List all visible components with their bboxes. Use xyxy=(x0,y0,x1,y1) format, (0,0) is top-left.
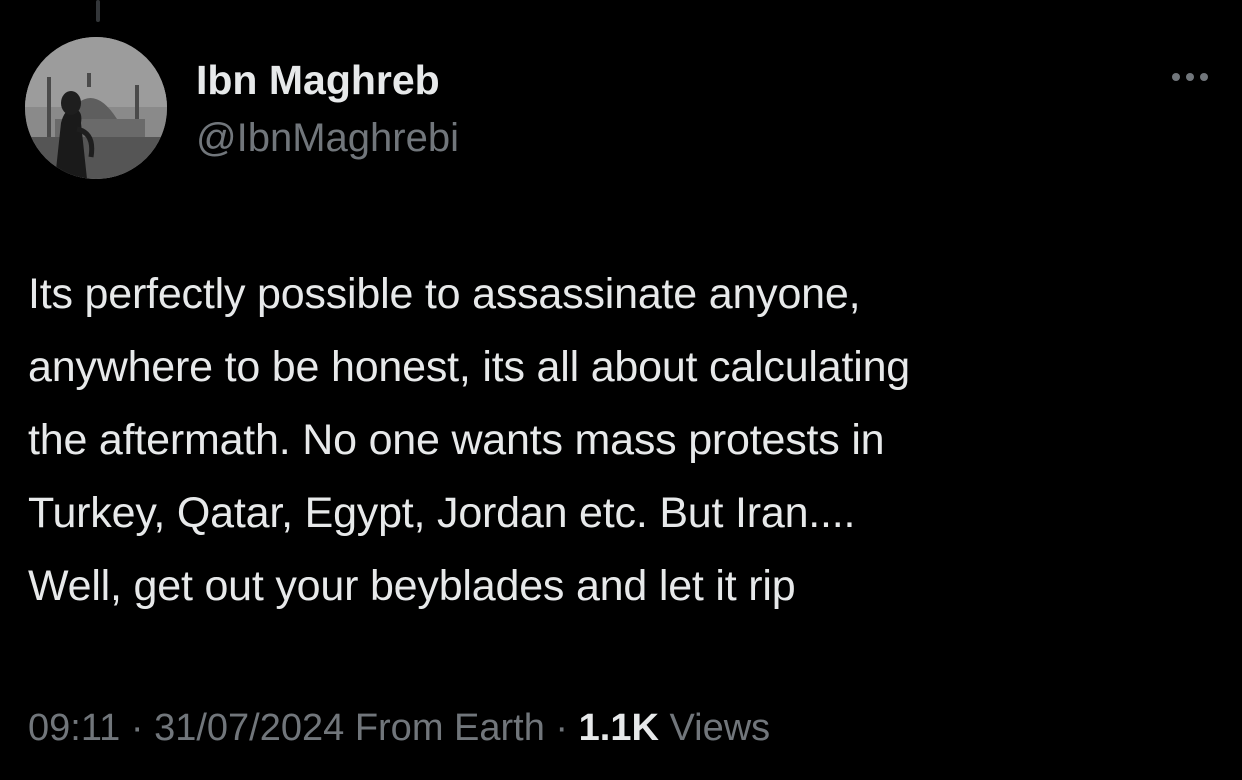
views-label[interactable]: Views xyxy=(669,707,770,749)
tweet-time[interactable]: 09:11 xyxy=(28,707,120,749)
tweet-text-line: Turkey, Qatar, Egypt, Jordan etc. But Ir… xyxy=(28,489,856,537)
thread-connector-line xyxy=(96,0,100,22)
avatar-mosque-photo-icon xyxy=(25,37,167,179)
more-options-icon-dot xyxy=(1200,73,1208,81)
tweet-text-line: the aftermath. No one wants mass protest… xyxy=(28,416,885,464)
meta-separator: · xyxy=(130,707,144,749)
tweet-metadata: 09:11 · 31/07/2024 From Earth · 1.1K Vie… xyxy=(28,700,770,756)
tweet-date[interactable]: 31/07/2024 xyxy=(154,707,344,749)
tweet-source: From Earth xyxy=(354,707,545,749)
more-options-icon-dot xyxy=(1186,73,1194,81)
tweet-text-line: anywhere to be honest, its all about cal… xyxy=(28,343,911,391)
views-count[interactable]: 1.1K xyxy=(579,707,659,749)
tweet-text-line: Well, get out your beyblades and let it … xyxy=(28,562,796,610)
tweet-text: Its perfectly possible to assassinate an… xyxy=(28,258,1218,623)
author-avatar[interactable] xyxy=(25,37,167,179)
more-options-button[interactable] xyxy=(1160,60,1220,94)
tweet-text-line: Its perfectly possible to assassinate an… xyxy=(28,270,861,318)
meta-separator: · xyxy=(555,707,569,749)
author-display-name[interactable]: Ibn Maghreb xyxy=(196,56,440,104)
author-handle[interactable]: @IbnMaghrebi xyxy=(196,114,459,162)
more-options-icon xyxy=(1172,73,1180,81)
